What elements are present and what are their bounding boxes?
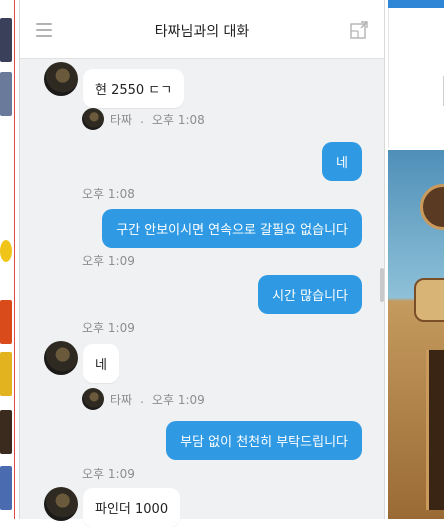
message-time: 오후 1:09 bbox=[82, 321, 135, 335]
chat-header: 타짜님과의 대화 bbox=[20, 0, 384, 59]
message-time: 오후 1:08 bbox=[82, 187, 135, 201]
left-thumbnail bbox=[0, 466, 12, 510]
outgoing-message-bubble: 구간 안보이시면 연속으로 갈필요 없습니다 bbox=[102, 209, 362, 248]
message-time: 오후 1:09 bbox=[151, 392, 205, 407]
outgoing-message-bubble: 시간 많습니다 bbox=[258, 275, 362, 314]
incoming-message-bubble: 파인더 1000 bbox=[83, 488, 181, 527]
sender-name: 타짜 bbox=[110, 112, 133, 127]
chat-title: 타짜님과의 대화 bbox=[154, 24, 250, 40]
message-time: 오후 1:09 bbox=[82, 254, 135, 268]
left-thumbnail bbox=[0, 72, 12, 116]
message-time: 오후 1:09 bbox=[82, 467, 135, 481]
left-background-window bbox=[0, 0, 15, 519]
left-thumbnail bbox=[0, 18, 12, 62]
outgoing-message-bubble: 네 bbox=[322, 142, 362, 181]
message-time: 오후 1:08 bbox=[151, 112, 205, 127]
game-badge-icon bbox=[414, 278, 444, 322]
right-background-panel bbox=[388, 8, 444, 148]
left-thumbnail bbox=[0, 240, 12, 262]
sender-avatar bbox=[82, 388, 104, 410]
separator-dot: . bbox=[140, 392, 144, 406]
outgoing-message-bubble: 부담 없이 천천히 부탁드립니다 bbox=[166, 421, 362, 460]
sender-avatar bbox=[82, 108, 104, 130]
left-thumbnail bbox=[0, 300, 12, 344]
right-game-window bbox=[388, 150, 444, 519]
left-thumbnail bbox=[0, 410, 12, 454]
avatar[interactable] bbox=[44, 341, 78, 375]
chat-window: 타짜님과의 대화 현 2550 ㄷㄱ 타짜 . 오후 1:08 네 오후 1:0… bbox=[19, 0, 385, 527]
right-window-titlebar bbox=[388, 0, 444, 8]
scrollbar[interactable] bbox=[380, 268, 384, 302]
sender-row: 타짜 . 오후 1:09 bbox=[82, 388, 205, 410]
separator-dot: . bbox=[140, 112, 144, 126]
expand-icon[interactable] bbox=[350, 21, 368, 39]
avatar[interactable] bbox=[44, 62, 78, 96]
game-panel bbox=[426, 350, 444, 510]
sender-row: 타짜 . 오후 1:08 bbox=[82, 108, 205, 130]
avatar[interactable] bbox=[44, 487, 78, 521]
left-thumbnail bbox=[0, 352, 12, 396]
sender-name: 타짜 bbox=[110, 392, 133, 407]
incoming-message-bubble: 네 bbox=[83, 344, 119, 383]
incoming-message-bubble: 현 2550 ㄷㄱ bbox=[83, 69, 185, 108]
